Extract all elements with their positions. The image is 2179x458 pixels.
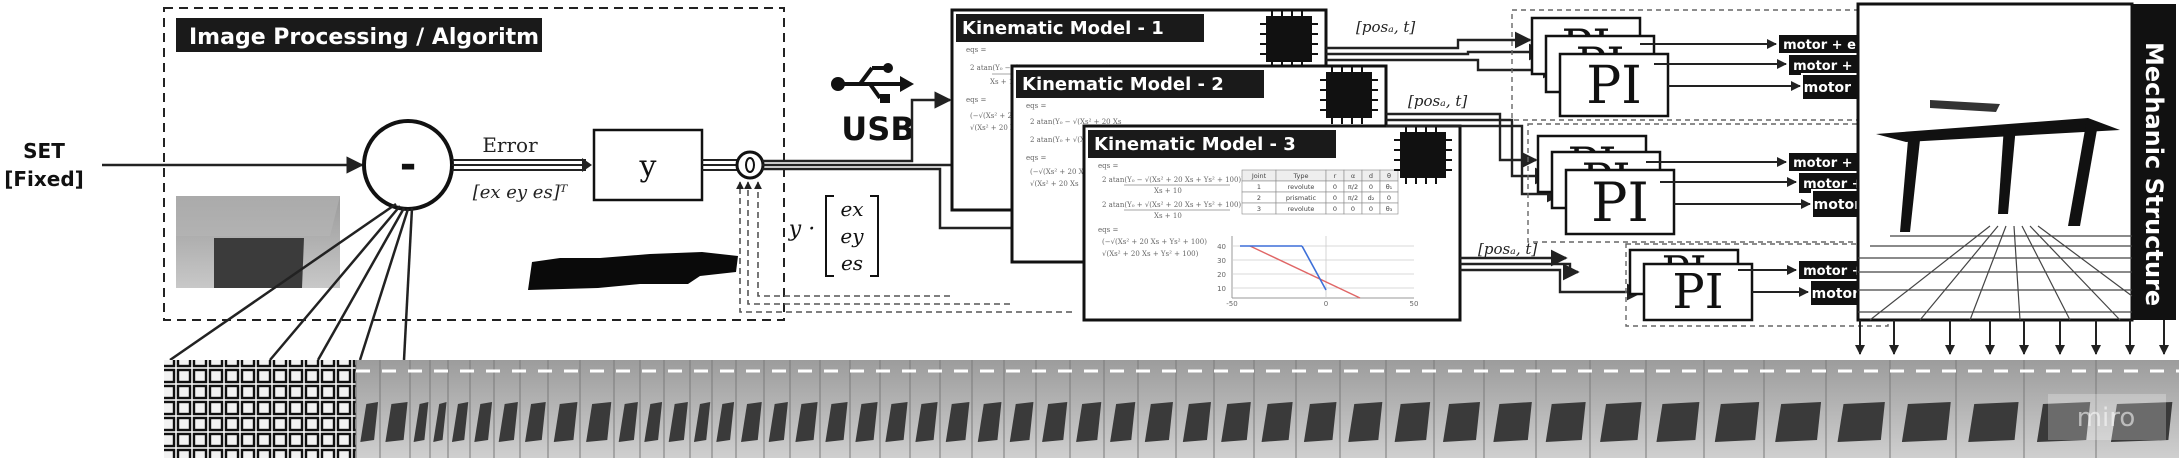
dh-cell-text: π/2 [1348, 183, 1358, 191]
usb-icon [831, 63, 914, 103]
dh-cell-text: π/2 [1348, 194, 1358, 202]
film-frame-object [1901, 402, 1951, 442]
pi-group-3: PI PI [1628, 247, 1754, 322]
set-label-1: SET [23, 139, 65, 163]
scaled-es: es [841, 251, 863, 275]
svg-text:20: 20 [1217, 271, 1226, 279]
pos-label-2: [posₐ, t] [1408, 92, 1467, 110]
svg-text:(−√(Xs² + 20 Xs + Ys² + 100): (−√(Xs² + 20 Xs + Ys² + 100) [1102, 238, 1207, 246]
svg-text:eqs =: eqs = [1098, 226, 1118, 234]
dh-cell-text: 0 [1369, 183, 1373, 191]
film-frame-object [1837, 402, 1885, 442]
dh-header-text: Joint [1251, 172, 1267, 180]
dh-cell-text: 3 [1257, 205, 1261, 213]
dh-cell-text: θ₁ [1386, 183, 1393, 191]
segmentation-mask [528, 252, 738, 290]
kinematic-model-3: Kinematic Model - 3 eqs = 2 atan(Y₀ − √(… [1082, 124, 1462, 322]
error-vector: [ex ey es]ᵀ [473, 182, 569, 203]
dh-header-text: d [1369, 172, 1373, 180]
svg-text:PI: PI [1672, 264, 1723, 320]
svg-text:√(Xs² + 20 Xs + Ys² + 100): √(Xs² + 20 Xs + Ys² + 100) [1102, 250, 1199, 258]
dh-header-text: r [1334, 172, 1337, 180]
dh-header-text: Type [1293, 172, 1309, 180]
svg-text:10: 10 [1217, 285, 1226, 293]
svg-text:30: 30 [1217, 257, 1226, 265]
svg-text:Xs + 10: Xs + 10 [1154, 212, 1182, 220]
pi-group-1: PI PI PI [1530, 16, 1670, 118]
svg-text:eqs =: eqs = [1098, 162, 1118, 170]
dh-cell-text: θ₃ [1386, 205, 1393, 213]
dh-cell-text: 0 [1369, 205, 1373, 213]
dh-cell-text: 2 [1257, 194, 1261, 202]
control-diagram: Image Processing / Algoritm SET [Fixed] … [4, 2, 2179, 458]
svg-text:Kinematic Model - 3: Kinematic Model - 3 [1094, 134, 1296, 155]
mechanic-structure: Mechanic Structure [1856, 2, 2176, 322]
dh-table: Joint Type r α d θ 1 revolute 0 π/2 0 θ₁ 2 prismatic 0… [1241, 169, 1399, 215]
film-frame-object [1493, 402, 1532, 442]
dh-header-text: α [1351, 172, 1355, 180]
dh-cell-text: revolute [1288, 183, 1315, 191]
film-frame-object [1545, 402, 1586, 442]
svg-text:-50: -50 [1226, 300, 1237, 308]
processing-title: Image Processing / Algoritm [189, 25, 539, 50]
summing-symbol: - [400, 142, 417, 188]
dh-cell-text: 0 [1333, 183, 1337, 191]
feedback-arrows [1855, 320, 2169, 355]
pi-group-2: PI PI PI [1536, 134, 1676, 236]
svg-text:Kinematic Model - 1: Kinematic Model - 1 [962, 18, 1164, 39]
dh-cell-text: 0 [1387, 194, 1391, 202]
svg-text:PI: PI [1591, 171, 1649, 234]
film-frame-object [1775, 402, 1822, 442]
dh-cell-text: 0 [1333, 205, 1337, 213]
error-label: Error [482, 133, 538, 157]
dh-cell-text: d₂ [1368, 194, 1375, 202]
dh-header-text: θ [1387, 172, 1391, 180]
svg-text:√(Xs² + 20 Xs: √(Xs² + 20 Xs [1030, 180, 1079, 188]
camera-filmstrip: miro [164, 360, 2179, 458]
scaled-gain: y · [788, 217, 815, 242]
film-frame-object [1714, 402, 1760, 442]
svg-text:eqs =: eqs = [1026, 102, 1046, 110]
svg-text:eqs =: eqs = [966, 96, 986, 104]
watermark: miro [2077, 403, 2136, 433]
film-frame-object [1600, 402, 1642, 442]
svg-text:Kinematic Model - 2: Kinematic Model - 2 [1022, 74, 1224, 95]
svg-text:Xs + 10: Xs + 10 [1154, 187, 1182, 195]
dh-cell-text: 0 [1333, 194, 1337, 202]
pos-label-1: [posₐ, t] [1356, 18, 1415, 36]
dh-cell-text: 0 [1351, 205, 1355, 213]
svg-text:PI: PI [1586, 56, 1642, 116]
usb-label: USB [841, 110, 914, 148]
set-label-2: [Fixed] [4, 167, 84, 191]
scaled-ey: ey [840, 224, 864, 248]
branch-node [735, 150, 765, 180]
svg-text:2 atan(Y₀ − √(Xs² + 20 Xs + Ys: 2 atan(Y₀ − √(Xs² + 20 Xs + Ys² + 100)) [1102, 176, 1244, 184]
film-frame-object [1656, 402, 1700, 442]
svg-text:(−√(Xs² + 20 Xs: (−√(Xs² + 20 Xs [1030, 168, 1088, 176]
svg-text:eqs =: eqs = [966, 46, 986, 54]
svg-text:50: 50 [1410, 300, 1419, 308]
dh-cell-text: revolute [1288, 205, 1315, 213]
dh-cell-text: prismatic [1286, 194, 1317, 202]
gain-label: y [639, 149, 657, 184]
camera-image [176, 196, 340, 288]
film-frame-object [1968, 402, 2019, 442]
film-frame-object [1443, 402, 1480, 442]
svg-text:0: 0 [1324, 300, 1328, 308]
svg-text:2 atan(Y₀ + √(Xs² + 20 Xs + Ys: 2 atan(Y₀ + √(Xs² + 20 Xs + Ys² + 100)) [1102, 201, 1244, 209]
svg-text:eqs =: eqs = [1026, 154, 1046, 162]
scaled-ex: ex [840, 197, 863, 221]
dh-cell-text: 1 [1257, 183, 1261, 191]
mechanic-title: Mechanic Structure [2140, 42, 2168, 306]
svg-text:40: 40 [1217, 243, 1226, 251]
